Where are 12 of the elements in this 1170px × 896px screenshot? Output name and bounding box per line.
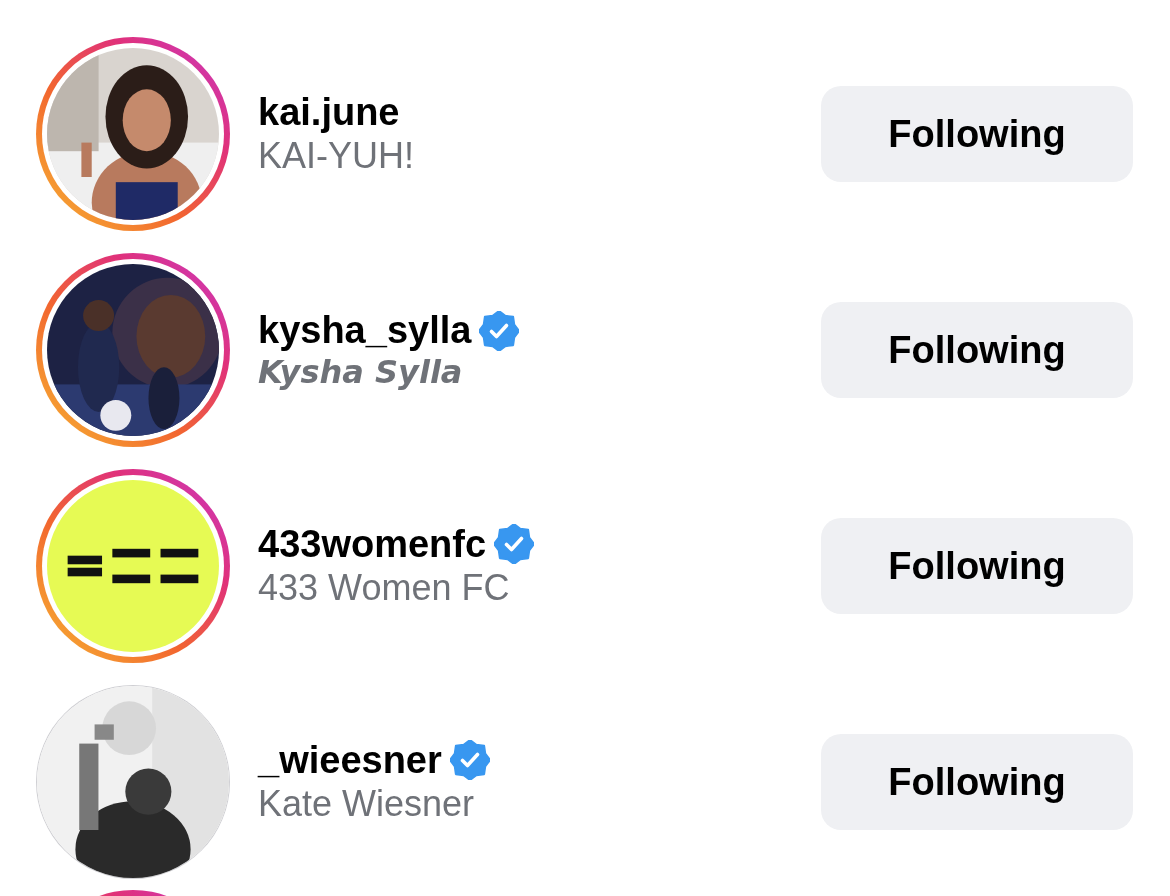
username: kysha_sylla [258,308,472,353]
following-button[interactable]: Following [821,86,1133,182]
following-button[interactable]: Following [821,518,1133,614]
display-name: 433 Women FC [258,566,511,610]
username: _wieesner [258,738,442,783]
display-name: Kysha Sylla [258,352,464,392]
display-name: KAI-YUH! [258,134,416,178]
username: kai.june [258,90,400,135]
following-button[interactable]: Following [821,302,1133,398]
display-name: Kate Wiesner [258,782,476,826]
following-button[interactable]: Following [821,734,1133,830]
username: 433womenfc [258,522,487,567]
